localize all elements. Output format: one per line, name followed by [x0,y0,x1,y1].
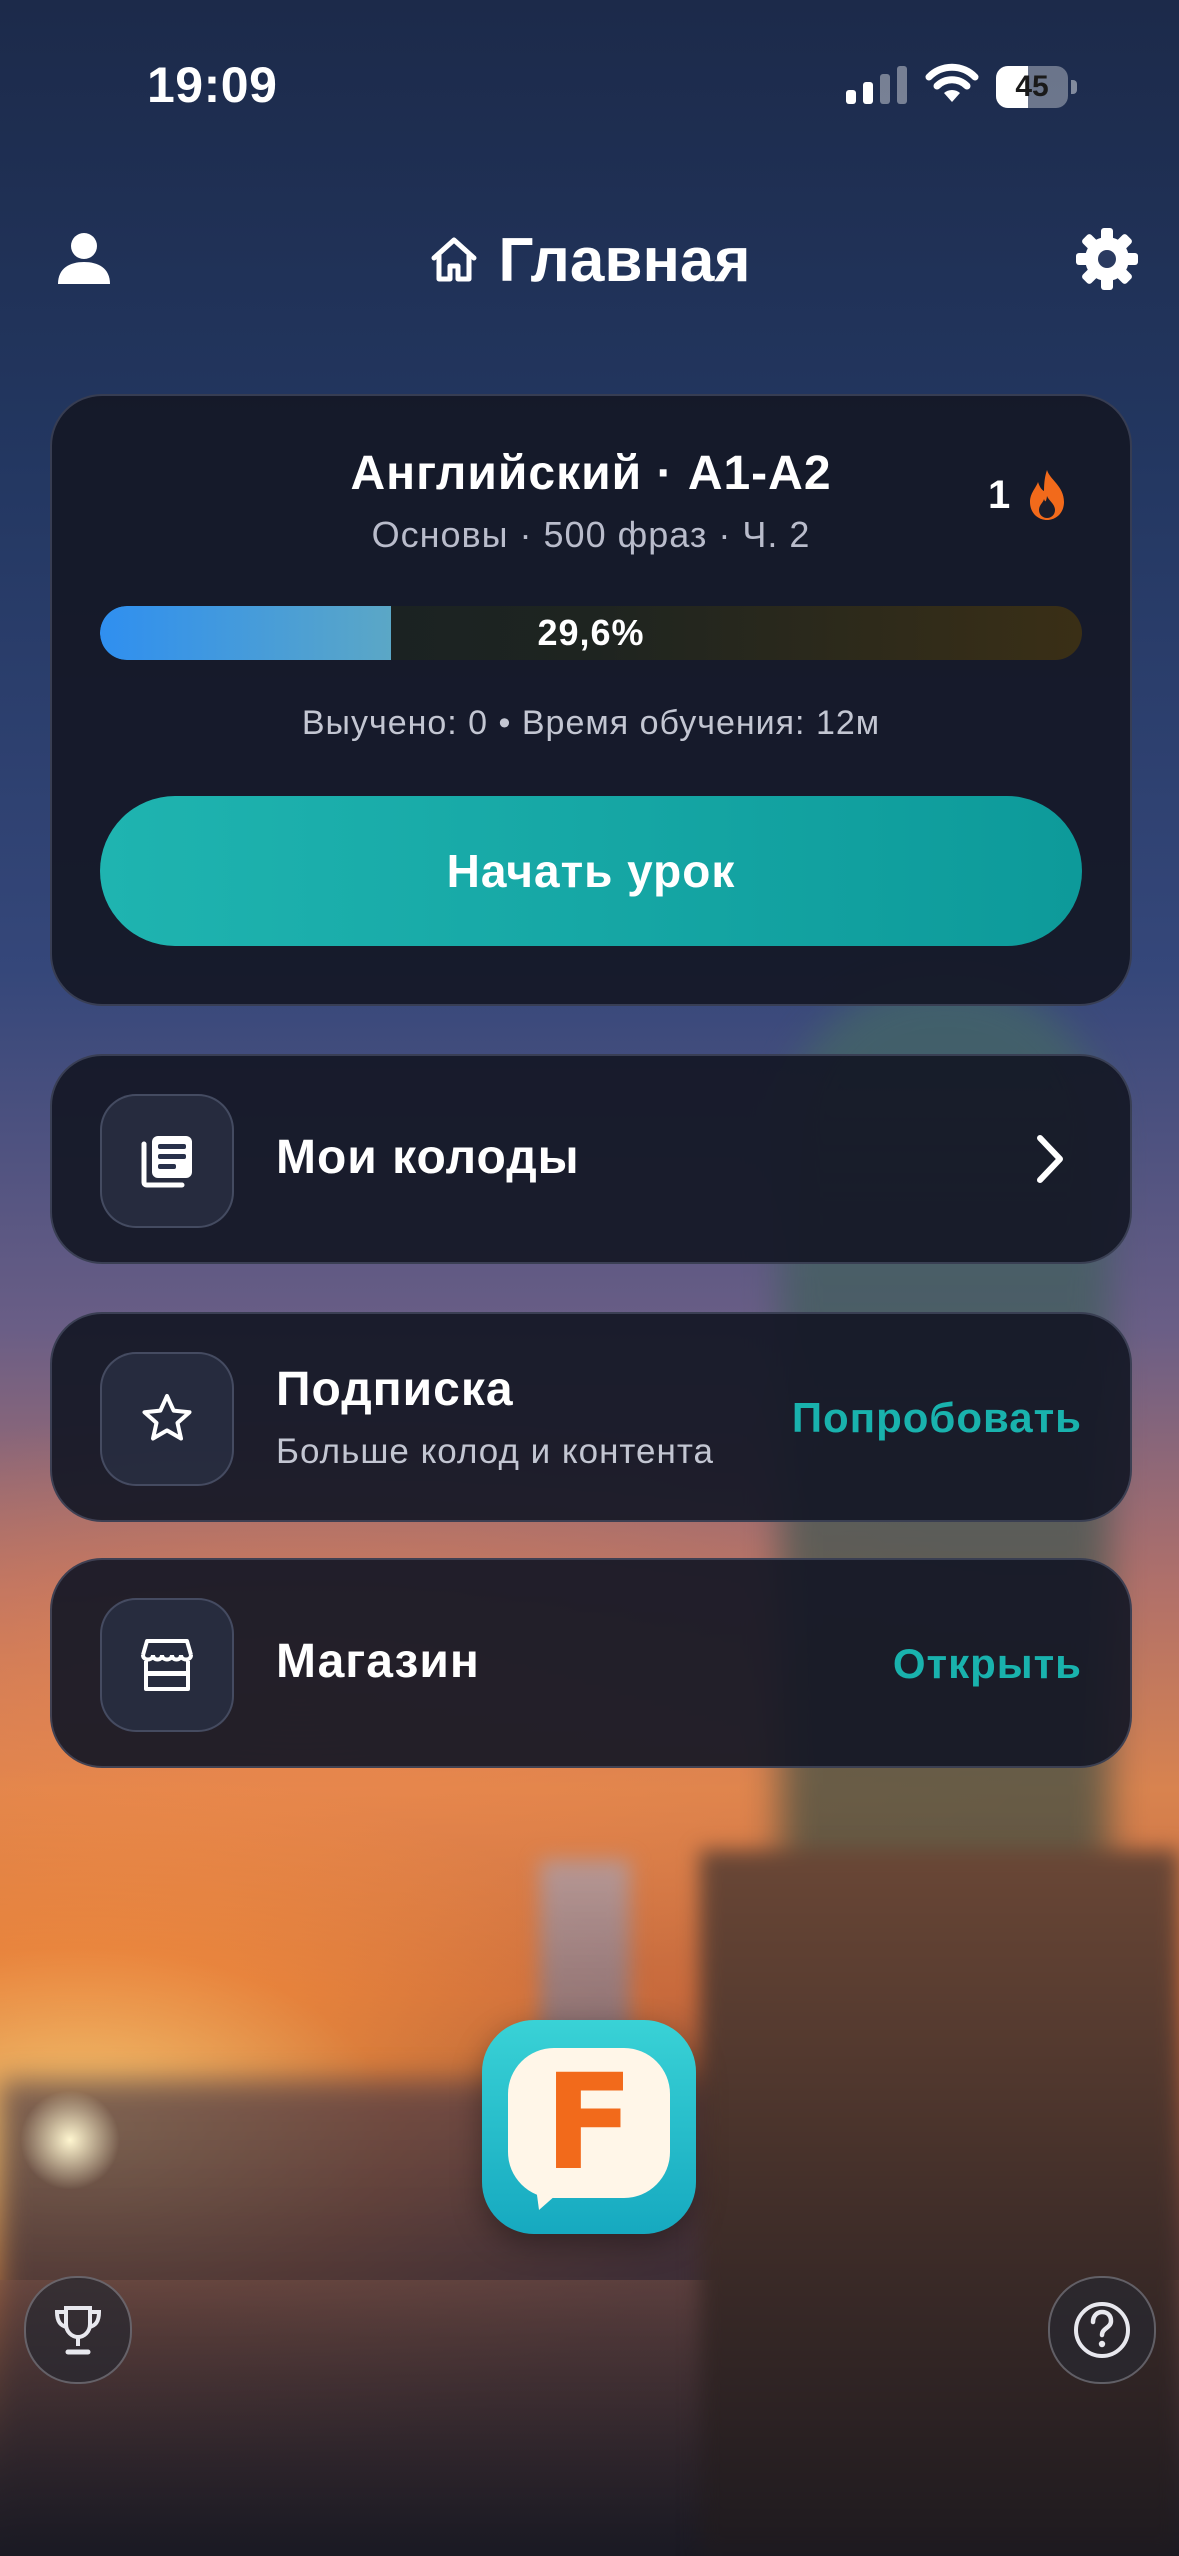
subscription-label: Подписка [276,1363,514,1416]
my-decks-label: Мои колоды [276,1131,580,1184]
chevron-right-icon [1037,1135,1063,1183]
cards-icon [141,1136,192,1188]
wifi-icon [925,63,979,102]
help-button[interactable] [1048,2276,1156,2384]
subscription-sublabel: Больше колод и контента [276,1432,714,1471]
course-subtitle: Основы · 500 фраз · Ч. 2 [371,514,811,555]
top-navigation: Главная [0,220,1179,300]
battery-icon: 45 [996,66,1078,108]
app-logo-letter: F [543,2046,635,2200]
streak-count: 1 [988,472,1011,517]
decks-icon-box [100,1094,234,1228]
app-logo: F [482,2020,696,2234]
try-subscription-link[interactable]: Попробовать [792,1394,1082,1442]
start-lesson-button[interactable]: Начать урок [100,796,1082,946]
open-shop-link[interactable]: Открыть [893,1640,1082,1688]
course-title: Английский · A1-A2 [350,447,832,500]
page-title: Главная [498,225,751,295]
progress-label: 29,6% [537,612,645,653]
status-time: 19:09 [147,57,278,113]
course-card: Английский · A1-A2 Основы · 500 фраз · Ч… [50,394,1132,1006]
settings-button[interactable] [1074,226,1140,292]
shop-label: Магазин [276,1635,480,1688]
flame-icon [1030,470,1065,520]
question-circle-icon [1074,2302,1130,2358]
gear-icon [1076,228,1138,290]
trophy-icon [54,2306,102,2355]
subscription-icon-box [100,1352,234,1486]
background-pedestal [700,1850,1179,2556]
subscription-row[interactable]: Подписка Больше колод и контента Попробо… [50,1312,1132,1522]
shop-icon-box [100,1598,234,1732]
home-icon [431,237,477,282]
cellular-signal-icon [846,66,907,104]
battery-level: 45 [1015,70,1049,103]
achievements-button[interactable] [24,2276,132,2384]
status-bar: 19:09 45 [0,0,1179,140]
course-progress-bar: 29,6% [100,606,1082,660]
streak-counter[interactable]: 1 [988,468,1070,522]
my-decks-row[interactable]: Мои колоды [50,1054,1132,1264]
star-icon [142,1394,192,1441]
background-sun [20,2090,120,2190]
shop-row[interactable]: Магазин Открыть [50,1558,1132,1768]
store-icon [141,1639,193,1691]
course-stats: Выучено: 0 • Время обучения: 12м [301,704,881,742]
